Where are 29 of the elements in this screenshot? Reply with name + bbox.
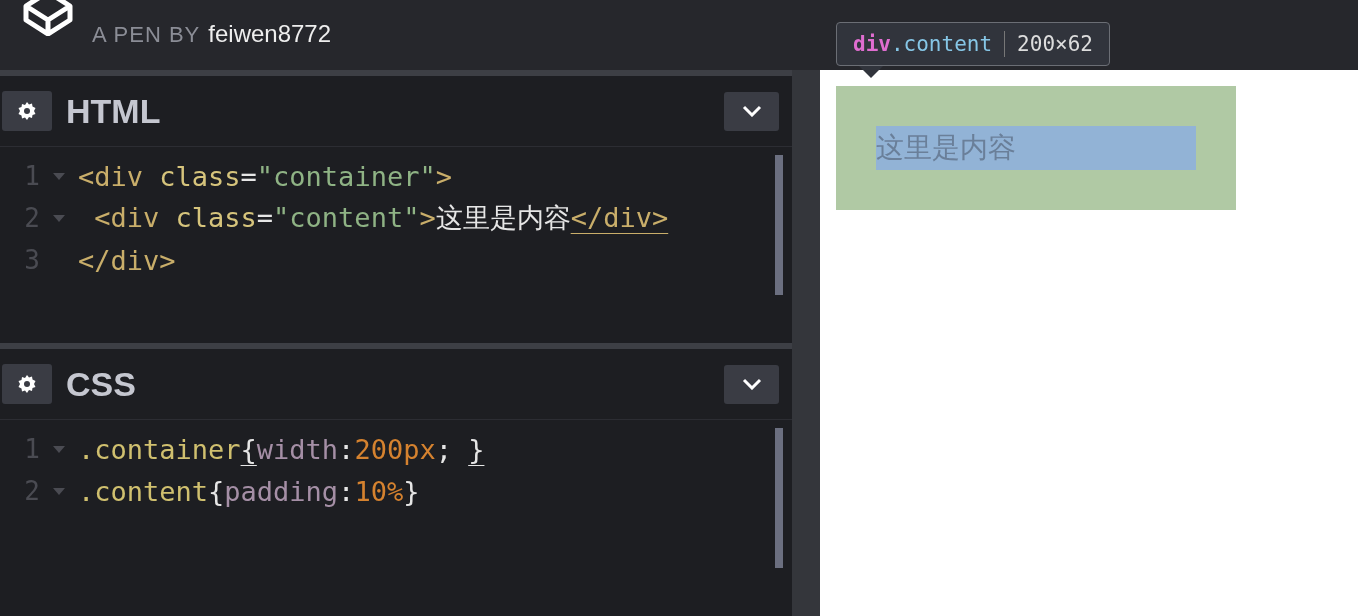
chevron-down-icon <box>741 378 762 390</box>
tag-name: div <box>853 32 891 56</box>
settings-icon <box>18 102 36 120</box>
settings-button[interactable] <box>2 91 52 131</box>
collapse-button[interactable] <box>724 364 779 404</box>
cube-logo-icon[interactable] <box>22 0 74 36</box>
editor-title: HTML <box>66 91 162 131</box>
code-line: <div class="container"> <box>78 160 452 192</box>
scrollbar[interactable] <box>775 155 783 295</box>
code-line: .content{padding:10%} <box>78 475 420 507</box>
collapse-button[interactable] <box>724 91 779 131</box>
author-name[interactable]: feiwen8772 <box>208 20 332 48</box>
resize-handle[interactable] <box>792 70 820 616</box>
byline-label: A PEN BY <box>92 22 201 48</box>
settings-button[interactable] <box>2 364 52 404</box>
scrollbar[interactable] <box>775 428 783 568</box>
class-name: .content <box>890 32 993 56</box>
content-text: 这里是内容 <box>876 126 1196 170</box>
editor-title: CSS <box>66 364 137 404</box>
fold-arrow-icon[interactable] <box>53 172 65 180</box>
fold-arrow-icon[interactable] <box>53 214 65 222</box>
code-line: <div class="content">这里是内容</div> <box>93 201 669 235</box>
code-line: </div> <box>78 244 176 276</box>
fold-arrow-icon[interactable] <box>53 487 65 495</box>
size-label: 200×62 <box>1017 32 1093 56</box>
settings-icon <box>18 375 36 393</box>
fold-arrow-icon[interactable] <box>53 445 65 453</box>
code-line: .container{width:200px; } <box>78 433 485 465</box>
chevron-down-icon <box>741 105 762 117</box>
